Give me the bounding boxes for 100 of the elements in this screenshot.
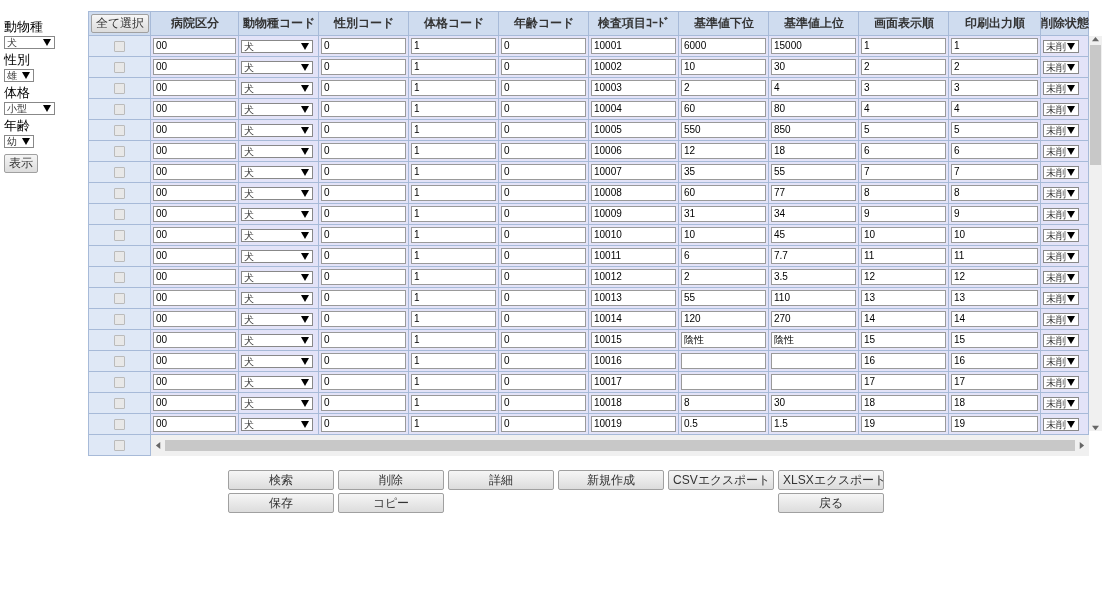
input-field[interactable]: 14: [951, 311, 1038, 327]
input-field[interactable]: 0: [321, 311, 406, 327]
dropdown[interactable]: 犬: [241, 396, 313, 410]
input-field[interactable]: 0: [321, 416, 406, 432]
dropdown[interactable]: 未削: [1043, 333, 1079, 347]
input-field[interactable]: [681, 374, 766, 390]
input-field[interactable]: 00: [153, 248, 236, 264]
input-field[interactable]: 2: [861, 59, 946, 75]
input-field[interactable]: 3: [951, 80, 1038, 96]
input-field[interactable]: 2: [681, 80, 766, 96]
dropdown[interactable]: 未削: [1043, 291, 1079, 305]
input-field[interactable]: 7.7: [771, 248, 856, 264]
dropdown[interactable]: 犬: [241, 312, 313, 326]
input-field[interactable]: 16: [861, 353, 946, 369]
input-field[interactable]: 13: [861, 290, 946, 306]
input-field[interactable]: 00: [153, 227, 236, 243]
input-field[interactable]: 12: [951, 269, 1038, 285]
dropdown[interactable]: 犬: [241, 81, 313, 95]
dropdown[interactable]: 犬: [241, 144, 313, 158]
input-field[interactable]: 8: [681, 395, 766, 411]
filter-dropdown[interactable]: 小型: [4, 102, 55, 115]
checkbox[interactable]: [114, 272, 125, 284]
input-field[interactable]: 5: [951, 122, 1038, 138]
input-field[interactable]: [771, 374, 856, 390]
input-field[interactable]: 0: [501, 206, 586, 222]
input-field[interactable]: 00: [153, 416, 236, 432]
dropdown[interactable]: 未削: [1043, 228, 1079, 242]
input-field[interactable]: 0: [501, 311, 586, 327]
input-field[interactable]: 0: [321, 206, 406, 222]
input-field[interactable]: 270: [771, 311, 856, 327]
dropdown[interactable]: 犬: [241, 333, 313, 347]
checkbox[interactable]: [114, 335, 125, 347]
input-field[interactable]: 00: [153, 311, 236, 327]
input-field[interactable]: 1: [411, 227, 496, 243]
input-field[interactable]: 11: [861, 248, 946, 264]
dropdown[interactable]: 未削: [1043, 102, 1079, 116]
input-field[interactable]: 10010: [591, 227, 676, 243]
input-field[interactable]: 00: [153, 185, 236, 201]
input-field[interactable]: 30: [771, 59, 856, 75]
input-field[interactable]: 1: [411, 269, 496, 285]
input-field[interactable]: 0: [501, 80, 586, 96]
input-field[interactable]: 10015: [591, 332, 676, 348]
input-field[interactable]: 19: [861, 416, 946, 432]
vertical-scrollbar[interactable]: [1089, 36, 1102, 431]
checkbox[interactable]: [114, 62, 125, 74]
checkbox[interactable]: [114, 188, 125, 200]
input-field[interactable]: 00: [153, 122, 236, 138]
input-field[interactable]: 1.5: [771, 416, 856, 432]
input-field[interactable]: 10003: [591, 80, 676, 96]
dropdown[interactable]: 犬: [241, 123, 313, 137]
input-field[interactable]: 0: [321, 332, 406, 348]
input-field[interactable]: 31: [681, 206, 766, 222]
input-field[interactable]: 10018: [591, 395, 676, 411]
input-field[interactable]: 55: [771, 164, 856, 180]
dropdown[interactable]: 未削: [1043, 186, 1079, 200]
input-field[interactable]: 7: [861, 164, 946, 180]
input-field[interactable]: 0: [321, 122, 406, 138]
input-field[interactable]: 850: [771, 122, 856, 138]
input-field[interactable]: 2: [951, 59, 1038, 75]
input-field[interactable]: 00: [153, 353, 236, 369]
input-field[interactable]: 00: [153, 59, 236, 75]
dropdown[interactable]: 犬: [241, 375, 313, 389]
dropdown[interactable]: 犬: [241, 417, 313, 431]
input-field[interactable]: 10: [951, 227, 1038, 243]
action-button[interactable]: 保存: [228, 493, 334, 513]
checkbox[interactable]: [114, 377, 125, 389]
input-field[interactable]: 0: [321, 248, 406, 264]
dropdown[interactable]: 未削: [1043, 165, 1079, 179]
input-field[interactable]: 0: [501, 332, 586, 348]
input-field[interactable]: 0: [321, 38, 406, 54]
input-field[interactable]: 陰性: [771, 332, 856, 348]
input-field[interactable]: 19: [951, 416, 1038, 432]
input-field[interactable]: 0: [501, 374, 586, 390]
input-field[interactable]: 0: [321, 374, 406, 390]
input-field[interactable]: 0: [321, 269, 406, 285]
show-button[interactable]: 表示: [4, 154, 38, 173]
action-button[interactable]: CSVエクスポート: [668, 470, 774, 490]
checkbox[interactable]: [114, 293, 125, 305]
input-field[interactable]: 55: [681, 290, 766, 306]
input-field[interactable]: 550: [681, 122, 766, 138]
input-field[interactable]: 9: [951, 206, 1038, 222]
input-field[interactable]: 13: [951, 290, 1038, 306]
dropdown[interactable]: 未削: [1043, 144, 1079, 158]
dropdown[interactable]: 未削: [1043, 417, 1079, 431]
input-field[interactable]: 110: [771, 290, 856, 306]
action-button[interactable]: 新規作成: [558, 470, 664, 490]
input-field[interactable]: 00: [153, 80, 236, 96]
dropdown[interactable]: 犬: [241, 228, 313, 242]
input-field[interactable]: 10: [681, 59, 766, 75]
scroll-left-icon[interactable]: [155, 441, 162, 449]
filter-dropdown[interactable]: 犬: [4, 36, 55, 49]
checkbox[interactable]: [114, 83, 125, 95]
input-field[interactable]: 18: [861, 395, 946, 411]
input-field[interactable]: 16: [951, 353, 1038, 369]
dropdown[interactable]: 犬: [241, 60, 313, 74]
dropdown[interactable]: 犬: [241, 354, 313, 368]
input-field[interactable]: 1: [411, 164, 496, 180]
dropdown[interactable]: 犬: [241, 102, 313, 116]
input-field[interactable]: 4: [771, 80, 856, 96]
input-field[interactable]: 10002: [591, 59, 676, 75]
